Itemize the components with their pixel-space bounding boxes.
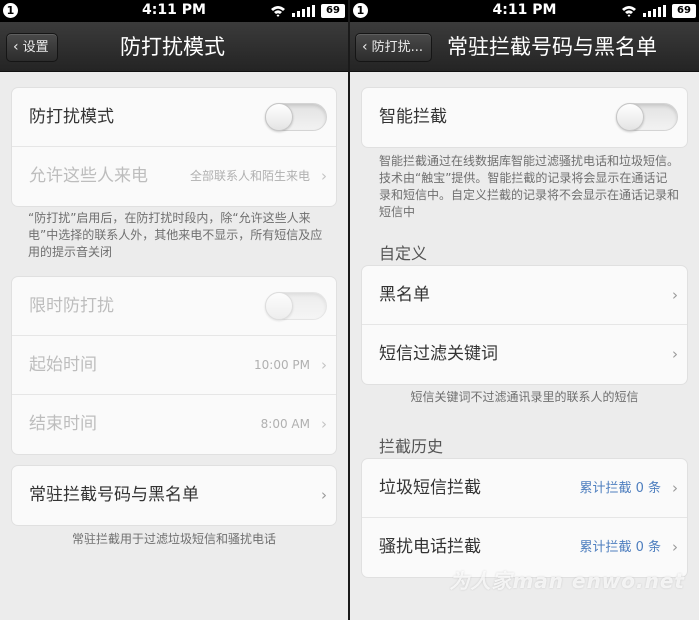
smart-block-label: 智能拦截 [379, 107, 447, 127]
sms-keyword-description: 短信关键词不过滤通讯录里的联系人的短信 [410, 390, 639, 404]
start-time-row[interactable]: 起始时间 10:00 PM › [12, 336, 336, 395]
end-time-label: 结束时间 [29, 414, 97, 434]
smart-block-toggle[interactable] [616, 103, 678, 131]
smart-block-card: 智能拦截 [361, 87, 688, 148]
back-button-label: 设置 [22, 40, 49, 55]
dnd-card: 防打扰模式 允许这些人来电 全部联系人和陌生来电 › [11, 87, 337, 207]
history-card: 垃圾短信拦截 累计拦截 0 条 › 骚扰电话拦截 累计拦截 0 条 › [361, 458, 688, 578]
smart-block-row[interactable]: 智能拦截 [362, 88, 687, 147]
signal-icon [643, 5, 669, 17]
chevron-right-icon: › [321, 356, 327, 374]
watermark: 为人家man enwo.net [449, 569, 685, 593]
dnd-mode-row[interactable]: 防打扰模式 [12, 88, 336, 147]
back-button[interactable]: ‹ 防打扰... [355, 33, 433, 62]
spam-sms-count: 累计拦截 0 条 [579, 481, 661, 496]
battery-icon: 69 [321, 4, 345, 18]
allowed-callers-value: 全部联系人和陌生来电 [189, 169, 310, 183]
spam-sms-row[interactable]: 垃圾短信拦截 累计拦截 0 条 › [362, 459, 687, 518]
end-time-row[interactable]: 结束时间 8:00 AM › [12, 395, 336, 454]
title-bar: ‹ 防打扰... 常驻拦截号码与黑名单 [350, 22, 699, 72]
chevron-right-icon: › [321, 167, 327, 185]
battery-icon: 69 [672, 4, 696, 18]
custom-section-heading: 自定义 [379, 244, 428, 263]
block-list-description: 常驻拦截用于过滤垃圾短信和骚扰电话 [71, 532, 276, 546]
block-list-row[interactable]: 常驻拦截号码与黑名单 › [12, 466, 336, 525]
chevron-left-icon: ‹ [362, 39, 368, 55]
page-title: 常驻拦截号码与黑名单 [447, 35, 657, 59]
blacklist-label: 黑名单 [379, 285, 430, 305]
wifi-icon [271, 6, 285, 17]
dnd-screen: 1 4:11 PM 69 ‹ 设置 防打扰模式 防打扰模式 允许这些人来电 全部联… [0, 0, 348, 620]
blacklist-row[interactable]: 黑名单 › [362, 266, 687, 325]
signal-icon [292, 5, 318, 17]
block-list-screen: 1 4:11 PM 69 ‹ 防打扰... 常驻拦截号码与黑名单 智能拦截 智能拦… [350, 0, 699, 620]
allowed-callers-row[interactable]: 允许这些人来电 全部联系人和陌生来电 › [12, 147, 336, 206]
title-bar: ‹ 设置 防打扰模式 [0, 22, 348, 72]
dnd-mode-toggle[interactable] [265, 103, 327, 131]
allowed-callers-label: 允许这些人来电 [29, 166, 148, 186]
page-title: 防打扰模式 [120, 35, 225, 59]
chevron-right-icon: › [672, 479, 678, 497]
timed-dnd-card: 限时防打扰 起始时间 10:00 PM › 结束时间 8:00 AM › [11, 276, 337, 455]
back-button-label: 防打扰... [371, 40, 424, 55]
sms-keyword-label: 短信过滤关键词 [379, 344, 498, 364]
chevron-right-icon: › [672, 345, 678, 363]
spam-sms-label: 垃圾短信拦截 [379, 478, 481, 498]
timed-dnd-row[interactable]: 限时防打扰 [12, 277, 336, 336]
status-bar: 1 4:11 PM 69 [350, 0, 699, 22]
smart-block-description: 智能拦截通过在线数据库智能过滤骚扰电话和垃圾短信。技术由“触宝”提供。智能拦截的… [379, 154, 680, 219]
status-bar: 1 4:11 PM 69 [0, 0, 348, 22]
chevron-left-icon: ‹ [13, 39, 19, 55]
block-list-label: 常驻拦截号码与黑名单 [29, 485, 199, 505]
chevron-right-icon: › [321, 486, 327, 504]
history-section-heading: 拦截历史 [379, 437, 444, 456]
timed-dnd-toggle[interactable] [265, 292, 327, 320]
custom-card: 黑名单 › 短信过滤关键词 › [361, 265, 688, 385]
wifi-icon [622, 6, 636, 17]
block-list-card: 常驻拦截号码与黑名单 › [11, 465, 337, 526]
sms-keyword-row[interactable]: 短信过滤关键词 › [362, 325, 687, 384]
chevron-right-icon: › [672, 286, 678, 304]
back-button[interactable]: ‹ 设置 [6, 33, 58, 62]
end-time-value: 8:00 AM [260, 417, 310, 431]
dnd-description: “防打扰”启用后，在防打扰时段内，除“允许这些人来电”中选择的联系人外，其他来电… [28, 211, 323, 259]
chevron-right-icon: › [321, 415, 327, 433]
dnd-mode-label: 防打扰模式 [29, 107, 114, 127]
start-time-value: 10:00 PM [254, 358, 310, 372]
timed-dnd-label: 限时防打扰 [29, 296, 114, 316]
start-time-label: 起始时间 [29, 355, 97, 375]
